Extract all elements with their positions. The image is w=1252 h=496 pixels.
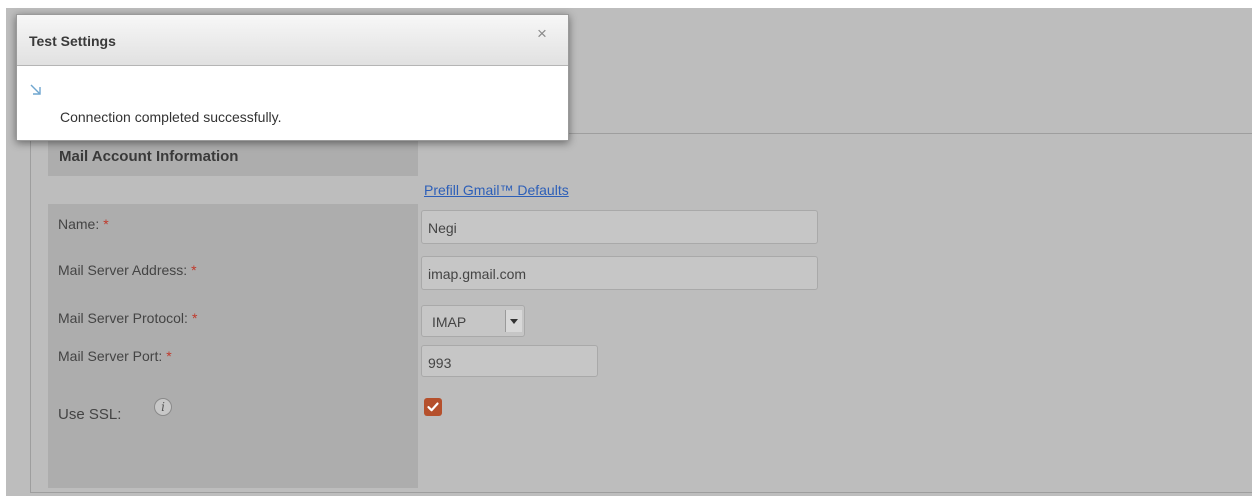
use-ssl-label: Use SSL: [58,406,121,423]
required-marker: * [166,348,172,364]
section-header: Mail Account Information [48,138,418,176]
chevron-down-icon[interactable] [505,310,522,332]
server-address-label-text: Mail Server Address: [58,262,188,278]
protocol-label: Mail Server Protocol: * [58,310,197,326]
protocol-select-value: IMAP [432,314,467,330]
info-icon[interactable]: i [154,398,172,416]
label-column [48,204,418,488]
checkmark-icon [427,402,439,412]
port-label-text: Mail Server Port: [58,348,163,364]
protocol-label-text: Mail Server Protocol: [58,310,188,326]
port-input[interactable]: 993 [421,345,598,377]
required-marker: * [191,262,197,278]
close-icon[interactable]: × [532,24,552,44]
server-address-input[interactable]: imap.gmail.com [421,256,818,290]
dialog-titlebar[interactable]: Test Settings × [17,15,568,66]
use-ssl-label-text: Use SSL: [58,406,122,423]
port-label: Mail Server Port: * [58,348,172,364]
dialog-message: Connection completed successfully. [60,109,282,125]
arrow-down-right-icon [29,83,43,102]
test-settings-dialog: Test Settings × Connection completed suc… [16,14,569,141]
name-label-text: Name: [58,216,100,232]
name-label: Name: * [58,216,109,232]
required-marker: * [103,216,109,232]
server-address-label: Mail Server Address: * [58,262,197,278]
protocol-select[interactable]: IMAP [421,305,525,337]
section-title: Mail Account Information [59,148,239,165]
dialog-title: Test Settings [29,33,116,49]
required-marker: * [191,310,198,326]
use-ssl-checkbox[interactable] [424,398,442,416]
prefill-gmail-defaults-link[interactable]: Prefill Gmail™ Defaults [424,182,569,198]
name-input[interactable]: Negi [421,210,818,244]
